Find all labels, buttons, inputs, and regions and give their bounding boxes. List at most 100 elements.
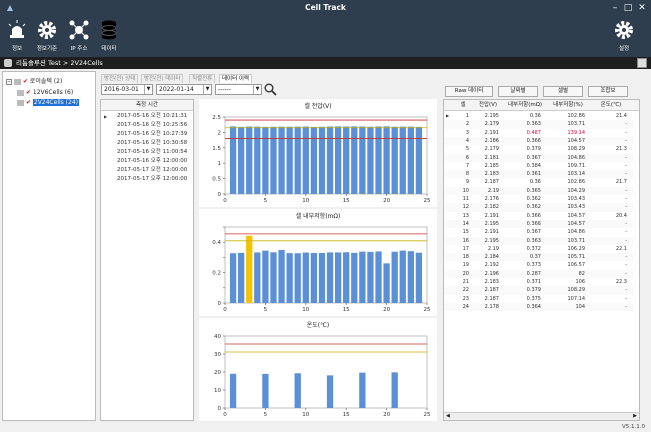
close-button[interactable]: ✕ xyxy=(635,2,649,14)
table-cell: - xyxy=(625,204,627,211)
data-bar xyxy=(383,126,390,194)
column-header[interactable]: 셀 xyxy=(454,100,472,110)
end-date-picker[interactable]: 2022-01-14 ▼ xyxy=(156,84,212,95)
ribbon-data-button[interactable]: 데이터 xyxy=(96,19,122,52)
tree-root-node[interactable]: − ✔ 로이솔텍 (2) xyxy=(6,77,62,86)
table-row[interactable]: 17 2.19 0.372 106.29 22.1 xyxy=(444,245,634,253)
table-cell: 0.365 xyxy=(526,187,541,194)
column-header[interactable]: 전압(V) xyxy=(474,100,502,110)
table-row[interactable]: 14 2.195 0.366 104.57 - xyxy=(444,219,634,229)
chevron-down-icon[interactable]: ▼ xyxy=(253,85,261,94)
table-cell: 0.366 xyxy=(526,220,541,227)
tree-node-2v24cells[interactable]: ✔ 2V24Cells (24) xyxy=(17,98,79,107)
tab-discharge-data[interactable]: 방전(전) 데이터 xyxy=(141,74,184,83)
table-row[interactable]: 2 2.179 0.363 103.71 - xyxy=(444,120,634,129)
table-row[interactable]: 7 2.185 0.384 109.71 - xyxy=(444,162,634,170)
y-tick-label: 0.5 xyxy=(212,177,221,183)
time-list-item[interactable]: 2017-05-16 오후 12:00:00 xyxy=(101,157,193,166)
table-row[interactable]: 15 2.191 0.367 104.86 - xyxy=(444,228,634,236)
table-row[interactable]: 8 2.183 0.361 103.14 - xyxy=(444,170,634,179)
x-tick-label: 20 xyxy=(383,198,390,204)
data-bar xyxy=(367,251,374,303)
tab-discharge-status[interactable]: 방전(전) 상태 xyxy=(101,74,139,83)
time-list-item[interactable]: 2017-05-16 오전 10:27:39 xyxy=(101,130,193,139)
folder-icon xyxy=(17,99,24,106)
time-list-item[interactable]: 2017-05-16 오전 10:25:56 xyxy=(101,121,193,130)
data-bar xyxy=(415,126,423,194)
minimize-button[interactable]: – xyxy=(608,2,622,14)
time-list-item[interactable]: 2017-05-17 오전 12:00:00 xyxy=(101,166,193,175)
table-row[interactable]: 23 2.187 0.375 107.14 - xyxy=(444,295,634,303)
table-row[interactable]: 24 2.178 0.364 104 - xyxy=(444,302,634,312)
combined-button[interactable]: 조합보 xyxy=(588,86,628,97)
horizontal-scrollbar[interactable]: ◀ ▶ xyxy=(444,412,639,420)
table-cell: 0.364 xyxy=(526,303,541,310)
table-row[interactable]: 3 2.191 0.487 139.14 - xyxy=(444,129,634,137)
table-row[interactable]: 20 2.196 0.287 82 - xyxy=(444,269,634,278)
table-cell: 2.195 xyxy=(484,220,499,227)
time-list-item[interactable]: 2017-05-16 오전 10:30:58 xyxy=(101,139,193,148)
by-date-button[interactable]: 날짜별 xyxy=(498,86,538,97)
data-bar xyxy=(351,126,358,194)
table-cell: 103.71 xyxy=(567,121,586,128)
table-cell: 109.71 xyxy=(567,162,586,169)
time-list-item[interactable]: ▶ 2017-05-16 오전 10:21:31 xyxy=(101,112,193,121)
chevron-down-icon[interactable]: ▼ xyxy=(144,85,152,94)
table-row[interactable]: ▶ 1 2.195 0.36 102.86 21.4 xyxy=(444,112,634,120)
ribbon-settings-button[interactable]: 설정 xyxy=(612,19,636,52)
table-row[interactable]: 11 2.176 0.362 103.43 - xyxy=(444,195,634,203)
chevron-down-icon[interactable]: ▼ xyxy=(203,85,211,94)
temperature-chart: 온도(℃) 0 10 20 30 40 0 5 10 15 20 25 xyxy=(199,318,437,421)
by-cell-button[interactable]: 셀별 xyxy=(543,86,583,97)
table-row[interactable]: 10 2.19 0.365 104.29 - xyxy=(444,186,634,195)
data-bar xyxy=(246,126,253,194)
table-row[interactable]: 18 2.184 0.37 105.71 - xyxy=(444,253,634,262)
x-tick-label: 5 xyxy=(264,307,268,313)
data-bar xyxy=(334,252,342,303)
time-list-item[interactable]: 2017-05-16 오전 11:00:54 xyxy=(101,148,193,157)
table-row[interactable]: 21 2.183 0.371 106 22.3 xyxy=(444,278,634,286)
table-row[interactable]: 16 2.195 0.363 103.71 - xyxy=(444,236,634,245)
scroll-right-icon[interactable]: ▶ xyxy=(633,413,637,419)
export-icon[interactable] xyxy=(637,58,647,68)
data-bar xyxy=(294,373,301,408)
ribbon-ip-button[interactable]: IP 주소 xyxy=(66,19,92,52)
table-row[interactable]: 22 2.187 0.379 108.29 - xyxy=(444,286,634,295)
table-cell: 104.57 xyxy=(567,220,586,227)
table-row[interactable]: 19 2.192 0.373 106.57 - xyxy=(444,261,634,269)
ribbon-settings-standard-button[interactable]: 정보기준 xyxy=(33,19,61,52)
data-bar xyxy=(286,253,293,303)
ribbon-info-button[interactable]: 정보 xyxy=(6,19,28,52)
table-cell: 2 xyxy=(465,121,469,128)
table-row[interactable]: 6 2.181 0.367 104.86 - xyxy=(444,153,634,162)
table-row[interactable]: 5 2.179 0.379 108.29 21.3 xyxy=(444,145,634,153)
time-value: 2017-05-16 오전 11:00:54 xyxy=(117,149,188,155)
scroll-left-icon[interactable]: ◀ xyxy=(446,413,450,419)
tab-series-current[interactable]: 직렬전류 xyxy=(189,74,216,83)
search-icon[interactable] xyxy=(264,83,277,96)
table-cell: - xyxy=(625,229,627,236)
table-row[interactable]: 13 2.191 0.366 104.57 20.4 xyxy=(444,212,634,220)
y-tick-label: 0 xyxy=(218,192,222,198)
x-tick-label: 15 xyxy=(343,412,350,418)
start-date-picker[interactable]: 2016-03-01 ▼ xyxy=(101,84,153,95)
collapse-icon[interactable]: − xyxy=(6,78,12,85)
table-cell: 11 xyxy=(462,196,469,202)
raw-data-button[interactable]: Raw 데이터 xyxy=(445,86,493,97)
y-tick-label: 2 xyxy=(218,130,222,136)
tree-node-12v6cells[interactable]: ✔ 12V6Cells (6) xyxy=(17,88,73,97)
time-list-item[interactable]: 2017-05-17 오후 12:00:00 xyxy=(101,175,193,184)
table-cell: - xyxy=(625,270,627,277)
table-row[interactable]: 9 2.187 0.36 102.86 21.7 xyxy=(444,178,634,186)
column-header[interactable]: 내부저항(%) xyxy=(548,100,588,110)
filter-select[interactable]: ------ ▼ xyxy=(215,84,262,95)
maximize-button[interactable]: □ xyxy=(621,2,635,14)
column-header[interactable]: 내부저항(mΩ) xyxy=(506,100,544,110)
column-header[interactable]: 온도(℃) xyxy=(592,100,630,110)
table-cell: 15 xyxy=(462,229,469,236)
table-row[interactable]: 12 2.182 0.362 103.43 - xyxy=(444,203,634,212)
tab-data-history[interactable]: 데이터 이력 xyxy=(219,74,253,83)
table-cell: 18 xyxy=(462,254,469,261)
table-row[interactable]: 4 2.186 0.366 104.57 - xyxy=(444,136,634,146)
data-bar xyxy=(399,250,406,303)
